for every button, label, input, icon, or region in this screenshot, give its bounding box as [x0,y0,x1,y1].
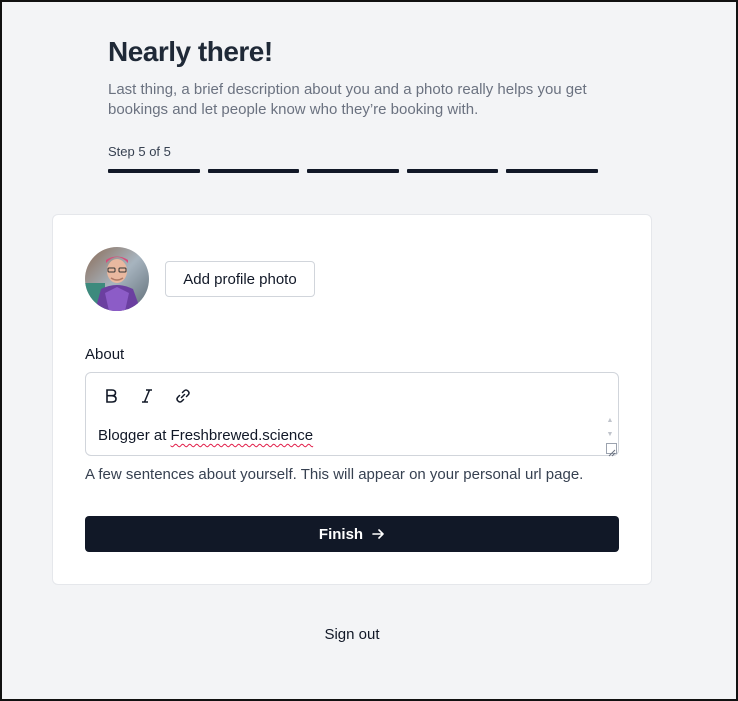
step-indicator-label: Step 5 of 5 [108,144,171,159]
user-photo-icon [85,247,149,311]
arrow-right-icon [372,529,384,539]
about-text-prefix: Blogger at [98,427,171,444]
add-profile-photo-button[interactable]: Add profile photo [165,261,315,297]
sign-out-link[interactable]: Sign out [0,626,704,643]
about-text-link: Freshbrewed.science [170,427,314,444]
italic-icon[interactable] [134,385,160,407]
bold-icon[interactable] [98,385,124,407]
about-editor[interactable]: Blogger at Freshbrewed.science ▲ ▼ [85,372,619,457]
page-header: Nearly there! Last thing, a brief descri… [108,36,608,173]
scroll-up-icon[interactable]: ▲ [606,417,614,425]
scroll-down-icon[interactable]: ▼ [606,431,614,439]
about-text[interactable]: Blogger at Freshbrewed.science [98,427,313,444]
page-title: Nearly there! [108,36,273,67]
editor-toolbar [98,385,196,407]
avatar [85,247,149,311]
finish-button[interactable]: Finish [85,516,619,552]
step-bar-4 [406,169,498,173]
step-bar-1 [108,169,200,173]
page-subtitle: Last thing, a brief description about yo… [108,81,587,118]
step-bar-3 [307,169,399,173]
about-helper-text: A few sentences about yourself. This wil… [85,466,584,483]
link-icon[interactable] [170,385,196,407]
profile-card: Add profile photo About Blogger at Fresh… [52,214,652,585]
finish-button-label: Finish [318,525,364,543]
step-bar-5 [506,169,598,173]
step-progress [108,169,608,173]
step-bar-2 [207,169,299,173]
resize-handle-icon[interactable] [606,443,617,457]
about-label: About [85,346,125,363]
